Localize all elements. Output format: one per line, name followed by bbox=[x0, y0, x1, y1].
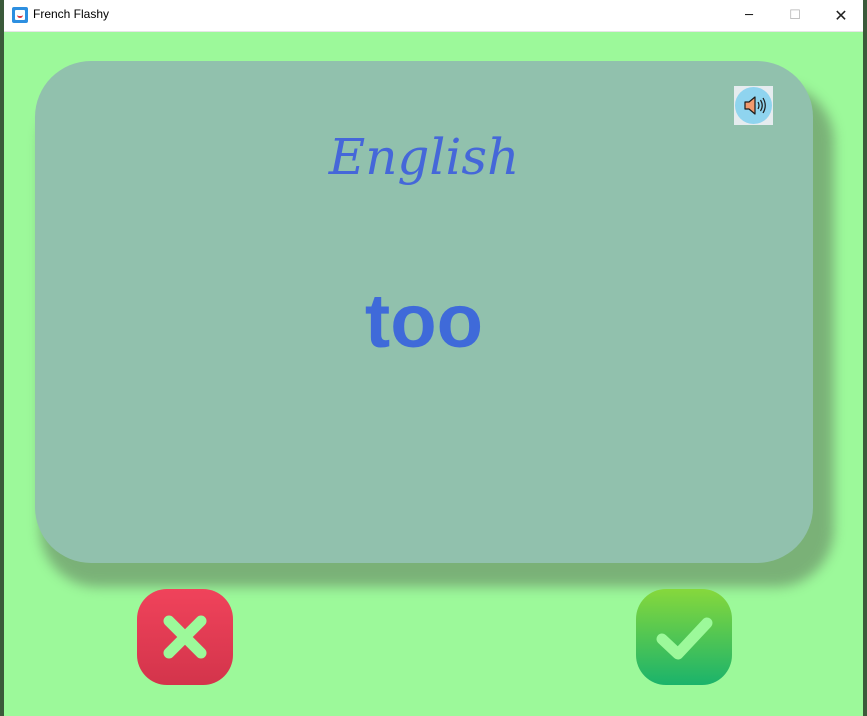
wrong-button[interactable] bbox=[137, 589, 233, 685]
right-button[interactable] bbox=[636, 589, 732, 685]
speaker-button[interactable] bbox=[734, 86, 773, 125]
cross-icon bbox=[163, 615, 207, 659]
close-button[interactable]: ✕ bbox=[818, 0, 863, 31]
title-bar: French Flashy ─ ☐ ✕ bbox=[4, 0, 863, 32]
speaker-icon bbox=[735, 87, 772, 124]
check-icon bbox=[656, 617, 713, 660]
window-title: French Flashy bbox=[33, 7, 110, 21]
maximize-button[interactable]: ☐ bbox=[772, 0, 818, 31]
card-language-title: English bbox=[328, 128, 520, 186]
card-word: too bbox=[364, 279, 484, 364]
minimize-button[interactable]: ─ bbox=[726, 0, 772, 31]
app-icon bbox=[12, 7, 28, 23]
app-window: French Flashy ─ ☐ ✕ English too bbox=[4, 0, 863, 716]
